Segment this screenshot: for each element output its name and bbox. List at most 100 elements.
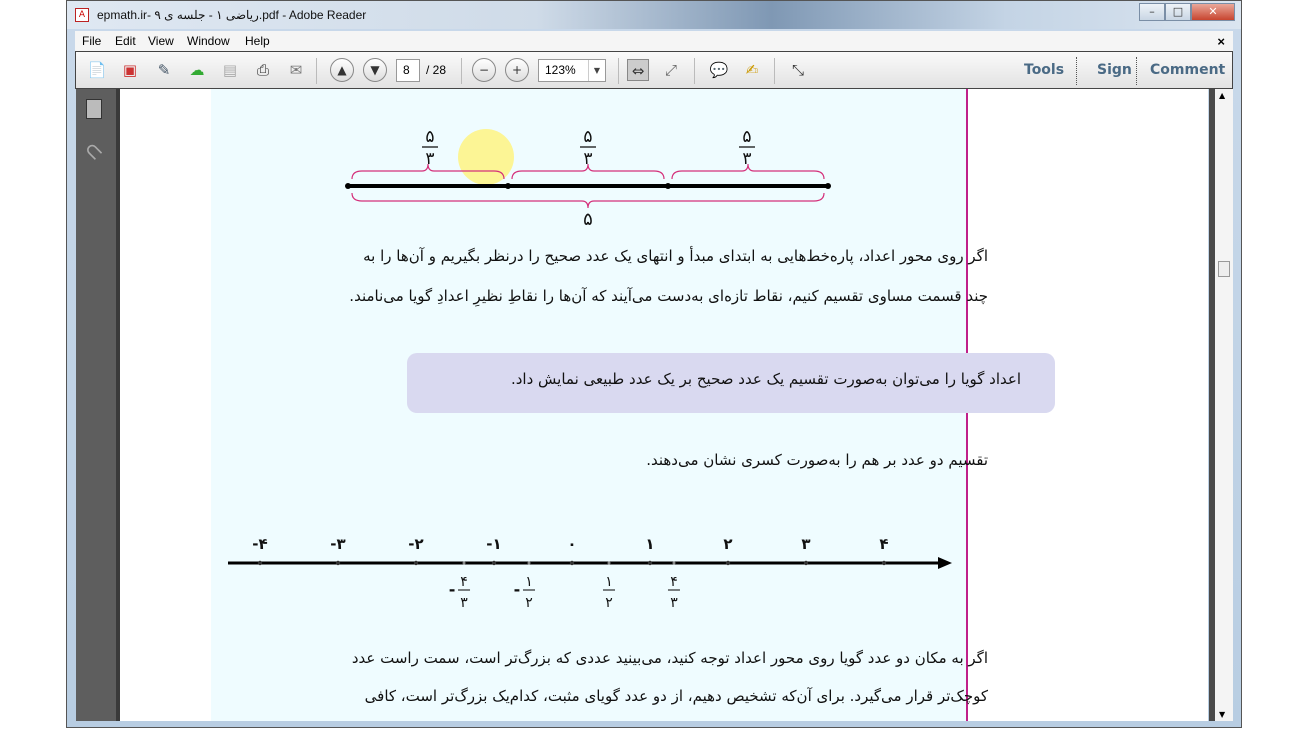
fraction-denominator: ۳: [583, 149, 592, 169]
segment-point: [505, 183, 511, 189]
fraction-denominator: ۲: [605, 595, 613, 611]
menu-bar: File Edit View Window Help ×: [75, 31, 1233, 51]
paragraph-line: اگر روی محور اعداد، پاره‌خط‌هایی به ابتد…: [363, 247, 988, 265]
integer-label: -۲: [408, 535, 423, 553]
title-bar: A epmath.ir- ریاضی ۱ - جلسه ی ۹.pdf - Ad…: [67, 1, 1241, 29]
full-screen-icon[interactable]: ⤡: [787, 59, 809, 81]
definition-box: اعداد گویا را می‌توان به‌صورت تقسیم یک ع…: [407, 353, 1055, 413]
fraction-numerator: ۵: [425, 127, 434, 147]
sign-button[interactable]: Sign: [1097, 62, 1132, 78]
fraction-sign: -: [514, 580, 521, 599]
fraction-sign: -: [449, 580, 456, 599]
edit-pdf-icon[interactable]: ✎: [153, 59, 175, 81]
scroll-down-icon[interactable]: ▼: [1219, 710, 1225, 719]
window-title: epmath.ir- ریاضی ۱ - جلسه ی ۹.pdf - Adob…: [97, 8, 367, 22]
attachments-icon[interactable]: ⊂: [78, 136, 109, 167]
fraction-denominator: ۳: [742, 149, 751, 169]
page-number-input[interactable]: 8: [396, 59, 420, 82]
fit-page-icon[interactable]: ⇔: [627, 59, 649, 81]
zoom-in-icon[interactable]: +: [505, 58, 529, 82]
arrow-head: [938, 557, 952, 569]
fraction-tick: [462, 561, 466, 565]
fraction-denominator: ۳: [670, 595, 678, 611]
number-line: -۴ -۳ -۲ -۱ ۰ ۱ ۲ ۳ ۴۴۳- ۱۲- ۱۲۴۳: [228, 535, 952, 611]
menu-edit[interactable]: Edit: [115, 34, 136, 48]
fraction-numerator: ۴: [460, 574, 468, 590]
pdf-page: ۵۳۵۳۵۳۵ اگر روی محور اعداد، پاره‌خط‌هایی…: [120, 89, 1208, 721]
scroll-up-icon[interactable]: ▲: [1219, 91, 1225, 100]
paragraph-line: اگر به مکان دو عدد گویا روی محور اعداد ت…: [351, 649, 988, 667]
total-length-label: ۵: [583, 209, 593, 229]
segment-point: [345, 183, 351, 189]
fraction-numerator: ۵: [742, 127, 751, 147]
integer-label: ۴: [879, 535, 888, 553]
fraction-numerator: ۵: [583, 127, 592, 147]
integer-label: -۱: [486, 535, 501, 553]
paragraph-line: کوچک‌تر قرار می‌گیرد. برای آن‌که تشخیص د…: [364, 687, 988, 705]
integer-tick: [413, 560, 419, 566]
zoom-out-icon[interactable]: −: [472, 58, 496, 82]
fraction-denominator: ۳: [425, 149, 434, 169]
sticky-note-icon[interactable]: 💬: [708, 59, 730, 81]
adobe-reader-window: A epmath.ir- ریاضی ۱ - جلسه ی ۹.pdf - Ad…: [66, 0, 1242, 728]
fraction-diagram: ۵۳۵۳۵۳۵: [345, 127, 831, 229]
previous-page-icon[interactable]: ▲: [330, 58, 354, 82]
integer-tick: [335, 560, 341, 566]
next-page-icon[interactable]: ▼: [363, 58, 387, 82]
fraction-tick: [607, 561, 611, 565]
brace-bottom: [351, 192, 825, 209]
paragraph-line: تقسیم دو عدد بر هم را به‌صورت کسری نشان …: [646, 451, 988, 469]
definition-text: اعداد گویا را می‌توان به‌صورت تقسیم یک ع…: [510, 370, 1021, 388]
close-button[interactable]: ✕: [1191, 3, 1235, 21]
fraction-tick: [527, 561, 531, 565]
fraction-numerator: ۱: [605, 574, 613, 590]
menu-view[interactable]: View: [148, 34, 174, 48]
integer-tick: [881, 560, 887, 566]
fit-width-icon[interactable]: ⤢: [660, 59, 682, 81]
tools-button[interactable]: Tools: [1024, 62, 1064, 78]
fraction-denominator: ۲: [525, 595, 533, 611]
print-icon[interactable]: ⎙: [252, 59, 274, 81]
navigation-panel: ⊂: [76, 89, 116, 721]
email-icon[interactable]: ✉: [285, 59, 307, 81]
integer-tick: [647, 560, 653, 566]
pdf-app-icon: A: [75, 8, 89, 22]
paragraph-line: چند قسمت مساوی تقسیم کنیم، نقاط تازه‌ای …: [349, 287, 988, 305]
integer-tick: [491, 560, 497, 566]
integer-label: -۴: [252, 535, 267, 553]
segment-point: [665, 183, 671, 189]
save-icon[interactable]: ▤: [219, 59, 241, 81]
integer-tick: [725, 560, 731, 566]
fraction-tick: [672, 561, 676, 565]
menu-window[interactable]: Window: [187, 34, 230, 48]
cursor-highlight: [458, 129, 514, 185]
combine-files-icon[interactable]: ▣: [119, 59, 141, 81]
fraction-numerator: ۴: [670, 574, 678, 590]
integer-tick: [803, 560, 809, 566]
highlight-text-icon[interactable]: ✍: [741, 59, 763, 81]
menu-help[interactable]: Help: [245, 34, 270, 48]
fraction-denominator: ۳: [460, 595, 468, 611]
vertical-scrollbar[interactable]: ▲ ▼: [1215, 89, 1233, 721]
integer-tick: [257, 560, 263, 566]
chevron-down-icon[interactable]: ▼: [588, 60, 605, 81]
comment-button[interactable]: Comment: [1150, 62, 1225, 78]
page-thumbnails-icon[interactable]: [86, 99, 102, 119]
maximize-button[interactable]: □: [1165, 3, 1191, 21]
create-pdf-icon[interactable]: 📄: [86, 59, 108, 81]
close-document-button[interactable]: ×: [1217, 34, 1225, 49]
minimize-button[interactable]: –: [1139, 3, 1165, 21]
integer-label: ۳: [801, 535, 810, 553]
integer-label: -۳: [330, 535, 345, 553]
scroll-thumb[interactable]: [1218, 261, 1230, 277]
integer-label: ۱: [645, 535, 654, 553]
integer-tick: [569, 560, 575, 566]
segment-point: [825, 183, 831, 189]
integer-label: ۰: [567, 535, 576, 553]
upload-cloud-icon[interactable]: ☁: [186, 59, 208, 81]
integer-label: ۲: [723, 535, 732, 553]
menu-file[interactable]: File: [82, 34, 101, 48]
page-total: / 28: [426, 63, 447, 77]
toolbar: 📄 ▣ ✎ ☁ ▤ ⎙ ✉ ▲ ▼ 8 / 28 − + 123% ▼ ⇔ ⤢ …: [75, 51, 1233, 89]
fraction-numerator: ۱: [525, 574, 533, 590]
